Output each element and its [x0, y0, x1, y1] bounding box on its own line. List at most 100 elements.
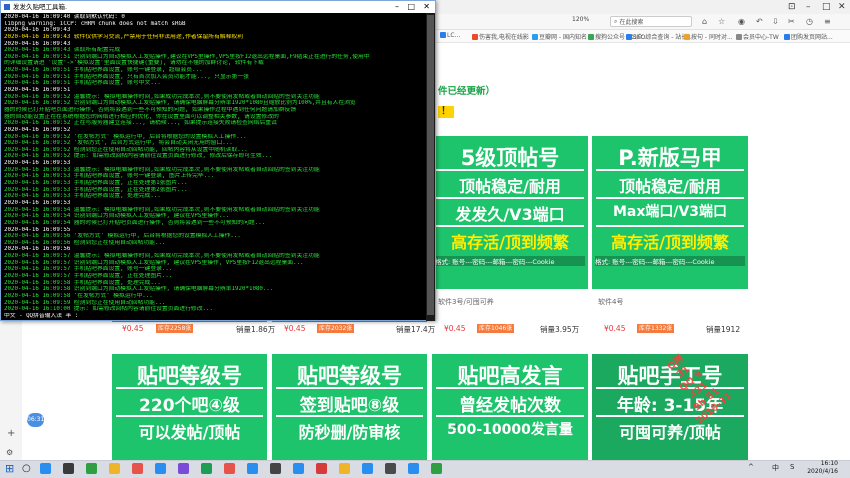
- windows-start-icon[interactable]: ⊞: [5, 462, 14, 475]
- bookmark-5[interactable]: SEO综合查询 - 站长...: [626, 32, 693, 41]
- bookmark-3[interactable]: 豆瓣网 - 国内知名: [532, 32, 587, 41]
- divider: [596, 169, 744, 171]
- divider: [116, 387, 263, 389]
- bookmark-icon: [684, 34, 690, 40]
- console-line: 2020-04-16 16:09:51 手机贴吧界面设置, 账号中文...: [4, 80, 161, 87]
- console-line: 2020-04-16 16:09:58 手机贴吧界面设置, 处理完成...: [4, 279, 161, 286]
- stock-badge: 库存1332张: [637, 324, 675, 333]
- console-titlebar[interactable]: 发发久贴吧工具箱. – □ ✕: [1, 1, 435, 13]
- console-line: 2020-04-16 16:09:43: [4, 27, 71, 34]
- bookmark-1[interactable]: LC...: [440, 32, 460, 39]
- product-price: ¥0.45: [122, 324, 144, 333]
- card-line: 防秒删/防审核: [298, 423, 401, 442]
- console-scrollbar[interactable]: [426, 13, 435, 321]
- product-card-7[interactable]: 贴吧高发言 曾经发帖次数 500-10000发言量: [432, 354, 588, 460]
- bookmark-7[interactable]: 会员中心-TW: [736, 32, 779, 41]
- console-line: 2020-04-16 16:09:58 '在发帖方式' 模拟运行中...: [4, 292, 153, 299]
- product-card-4[interactable]: P.新版马甲 顶帖稳定/耐用 Max端口/V3端口 高存活/顶到频繁 格式: 账…: [592, 136, 748, 289]
- taskbar-app-icon[interactable]: [362, 463, 373, 474]
- product-card-3[interactable]: 5级顶帖号 顶帖稳定/耐用 发发久/V3端口 高存活/顶到频繁 格式: 账号--…: [432, 136, 588, 289]
- star-icon[interactable]: ☆: [718, 17, 725, 26]
- taskbar-app-icon[interactable]: [431, 463, 442, 474]
- taskbar-app-icon[interactable]: [385, 463, 396, 474]
- console-line: 2020-04-16 16:10:00 提示: 如需修改回帖内容请前往设置页面进…: [4, 306, 213, 313]
- taskbar-app-icon[interactable]: [247, 463, 258, 474]
- bookmark-icon: [472, 34, 478, 40]
- home-icon[interactable]: ⌂: [702, 17, 707, 26]
- taskbar-app-icon[interactable]: [63, 463, 74, 474]
- add-icon[interactable]: +: [7, 428, 15, 439]
- mouse-cursor-icon: ☝: [452, 423, 459, 434]
- taskbar-app-icon[interactable]: [86, 463, 97, 474]
- pin-icon[interactable]: ⊡: [788, 2, 796, 12]
- taskbar-app-icon[interactable]: [408, 463, 419, 474]
- sogou-icon[interactable]: S: [790, 463, 794, 471]
- taskbar-app-icon[interactable]: [339, 463, 350, 474]
- undo-icon[interactable]: ↶: [756, 17, 763, 26]
- history-icon[interactable]: ◷: [806, 17, 813, 26]
- float-badge[interactable]: 06:31: [27, 413, 44, 427]
- game-icon[interactable]: ◉: [738, 17, 745, 26]
- download-icon[interactable]: ⇩: [772, 17, 779, 26]
- card-heading: 贴吧高发言: [457, 364, 563, 388]
- product-card-6[interactable]: 贴吧等级号 签到贴吧⑧级 防秒删/防审核: [272, 354, 427, 460]
- console-line: 2020-04-16 16:09:43 读取所有配置完成: [4, 47, 121, 54]
- taskbar: [0, 460, 850, 478]
- menu-icon[interactable]: ≡: [824, 17, 831, 26]
- console-line: 2020-04-16 16:09:51: [4, 87, 71, 94]
- taskbar-app-icon[interactable]: [132, 463, 143, 474]
- taskbar-app-icon[interactable]: [109, 463, 120, 474]
- close-icon[interactable]: ✕: [423, 1, 430, 13]
- taskbar-app-icon[interactable]: [224, 463, 235, 474]
- bookmark-icon: [626, 34, 632, 40]
- search-icon: ⌕: [614, 17, 618, 25]
- close-button[interactable]: ✕: [838, 2, 846, 12]
- bookmark-2[interactable]: 伤害我,电视在线影: [472, 32, 529, 41]
- card-line: 高存活/顶到频繁: [611, 233, 729, 252]
- minimize-icon[interactable]: –: [395, 1, 399, 13]
- settings-icon[interactable]: ⚙: [6, 448, 13, 457]
- console-line: 2020-04-16 16:09:43 软件仅供学习交流,严禁用于任何非法用途,…: [4, 33, 244, 40]
- taskbar-app-icon[interactable]: [40, 463, 51, 474]
- taskbar-app-icon[interactable]: [293, 463, 304, 474]
- search-box[interactable]: ⌕ 在此搜索: [610, 16, 692, 27]
- taskbar-app-icon[interactable]: [155, 463, 166, 474]
- bookmark-6[interactable]: 按句 - 同时对...: [684, 32, 733, 41]
- update-link[interactable]: 件已经更新）: [438, 83, 495, 97]
- taskbar-app-icon[interactable]: [178, 463, 189, 474]
- card-line: 220个吧④级: [139, 396, 240, 416]
- search-icon[interactable]: ○: [22, 463, 31, 474]
- sales-count: 销量3.95万: [540, 325, 580, 334]
- bookmark-8[interactable]: 团购发页网站...: [784, 32, 833, 41]
- taskbar-app-icon[interactable]: [316, 463, 327, 474]
- minimize-button[interactable]: –: [806, 2, 811, 12]
- console-line: 2020-04-16 16:09:56 检测到您正在使用自动回帖功能...: [4, 239, 166, 246]
- console-line: 2020-04-16 16:09:53: [4, 160, 71, 167]
- card-heading: 贴吧等级号: [297, 364, 402, 388]
- console-app-icon: [4, 4, 10, 10]
- taskbar-app-icon[interactable]: [201, 463, 212, 474]
- scrollbar-thumb[interactable]: [427, 15, 434, 315]
- ime-indicator[interactable]: 中: [772, 463, 779, 473]
- product-title[interactable]: 软件3号/可囤可养: [438, 297, 494, 307]
- console-window[interactable]: 发发久贴吧工具箱. – □ ✕ 2020-04-16 16:09:40 读取到默…: [0, 0, 436, 321]
- taskbar-clock[interactable]: 16:10 2020/4/16: [807, 460, 838, 476]
- maximize-button[interactable]: □: [822, 2, 831, 12]
- tray-chevron-icon[interactable]: ^: [748, 463, 754, 471]
- cut-icon[interactable]: ✂: [788, 17, 795, 26]
- console-output: 2020-04-16 16:09:40 读取到默认代码: 0 libpng war…: [4, 14, 424, 320]
- taskbar-app-icon[interactable]: [270, 463, 281, 474]
- product-price: ¥0.45: [444, 324, 466, 333]
- console-line: 2020-04-16 16:09:53 手机贴吧界面设置, 处理完成...: [4, 193, 161, 200]
- bookmark-icon: [440, 32, 446, 38]
- console-line: 2020-04-16 16:09:52 '在发帖方式' 模拟运行中, 后台将根据…: [4, 133, 247, 140]
- console-line: 2020-04-16 16:09:52 检测到您正在使用自动回帖功能, 回帖内容…: [4, 146, 248, 153]
- card-line: 曾经发帖次数: [459, 396, 561, 416]
- card-line: 发发久/V3端口: [455, 205, 565, 224]
- zoom-level[interactable]: 120%: [572, 16, 589, 23]
- console-line: 2020-04-16 16:09:58 识别到端口为自动模拟人工发贴操作, 请确…: [4, 286, 274, 293]
- maximize-icon[interactable]: □: [407, 1, 415, 13]
- product-card-5[interactable]: 贴吧等级号 220个吧④级 可以发帖/顶帖: [112, 354, 267, 460]
- product-title[interactable]: 软件4号: [598, 297, 623, 307]
- console-line: 2020-04-16 16:09:53 手机贴吧界面设置, 账号一键登录, 图片…: [4, 173, 215, 180]
